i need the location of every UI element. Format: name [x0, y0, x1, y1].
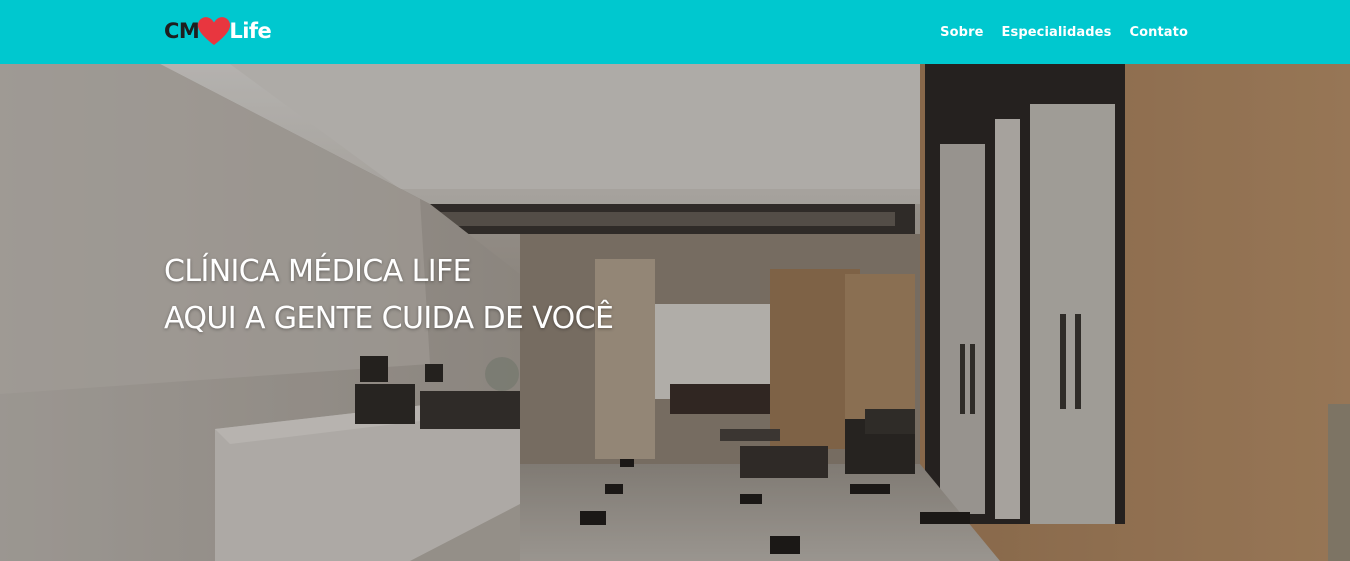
nav-link-especialidades[interactable]: Especialidades [1002, 25, 1112, 40]
hero-title-line2: AQUI A GENTE CUIDA DE VOCÊ [164, 301, 614, 336]
heart-icon [198, 17, 231, 45]
hero-banner: CLÍNICA MÉDICA LIFE AQUI A GENTE CUIDA D… [0, 64, 1350, 561]
logo-suffix: Life [229, 19, 272, 43]
nav-link-sobre[interactable]: Sobre [940, 25, 983, 40]
nav-link-contato[interactable]: Contato [1129, 25, 1188, 40]
logo-prefix: CM [164, 19, 200, 43]
hero-title-line1: CLÍNICA MÉDICA LIFE [164, 254, 472, 289]
hero-title: CLÍNICA MÉDICA LIFE AQUI A GENTE CUIDA D… [164, 248, 614, 342]
main-nav: Sobre Especialidades Contato [940, 0, 1188, 64]
brand-logo[interactable]: CM Life [164, 14, 272, 48]
top-navbar: CM Life Sobre Especialidades Contato [0, 0, 1350, 64]
